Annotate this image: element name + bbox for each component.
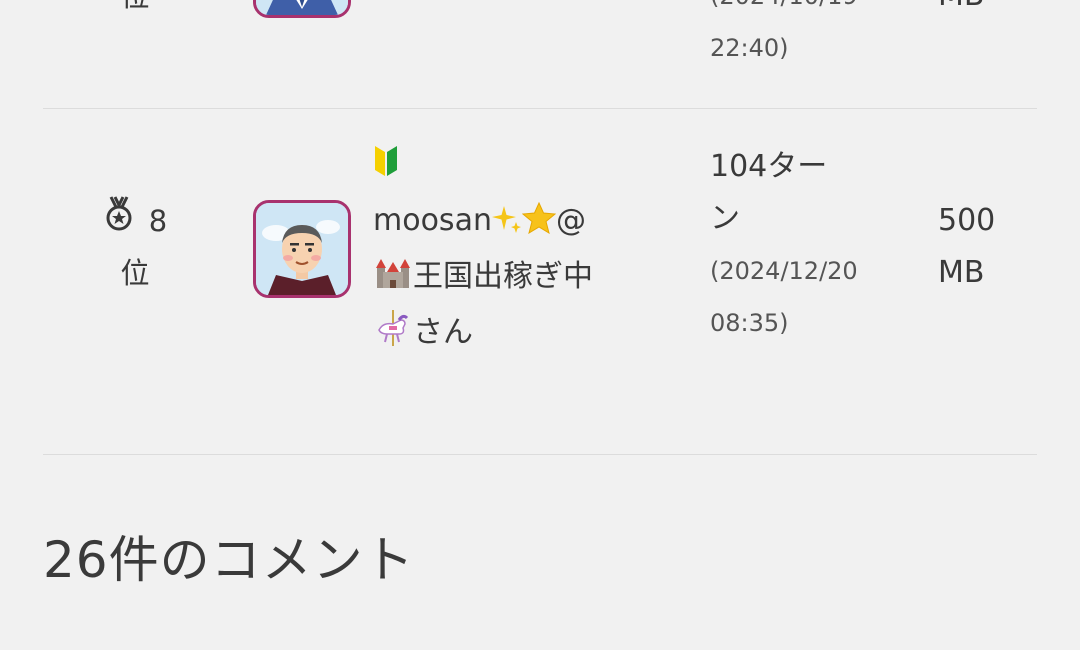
size-value: 500 xyxy=(938,203,996,238)
rank-number: 8 xyxy=(148,204,168,238)
record-time: 22:40) xyxy=(710,34,789,62)
rank-suffix: 位 xyxy=(120,0,149,13)
avatar[interactable] xyxy=(253,0,351,18)
avatar-image xyxy=(256,203,348,295)
record-time: 08:35) xyxy=(710,309,789,337)
player-name-line3: さん xyxy=(413,315,473,350)
record-date: (2024/12/20 xyxy=(710,257,858,285)
star-icon xyxy=(521,199,557,251)
medal-icon xyxy=(103,195,135,247)
turns-value-line2: ン xyxy=(710,201,740,236)
record-date: (2024/10/19 xyxy=(710,0,890,22)
turns-cell: 104ター ン (2024/12/20 08:35) xyxy=(710,141,890,349)
player-name: moosan @ 王国出稼ぎ中 さん xyxy=(373,139,638,363)
avatar[interactable] xyxy=(253,200,351,298)
turns-value-line1: 104ター xyxy=(710,149,828,184)
size-cell: MB xyxy=(938,0,1028,22)
beginner-mark-icon xyxy=(373,143,399,195)
carousel-horse-icon xyxy=(373,310,413,363)
player-name-line1: moosan xyxy=(373,203,492,238)
rank-suffix: 位 xyxy=(120,256,150,290)
rank-label: 位 xyxy=(80,0,190,22)
size-unit: MB xyxy=(938,0,984,13)
rank-label: 8 位 xyxy=(80,195,190,299)
ranking-page: 位 (2024/10/19 22:40) MB xyxy=(0,0,1080,650)
row-divider xyxy=(43,454,1037,455)
ranking-row-7: 位 (2024/10/19 22:40) MB xyxy=(0,0,1080,108)
player-name-at: @ xyxy=(555,203,586,238)
comments-heading: 26件のコメント xyxy=(43,531,415,589)
sparkles-icon xyxy=(491,199,522,251)
size-unit: MB xyxy=(938,255,985,290)
avatar-image xyxy=(256,0,348,15)
ranking-row-8: 8 位 moosan @ 王国出稼ぎ中 さん 104ター ン (2024/12/… xyxy=(0,109,1080,454)
player-name-line2: 王国出稼ぎ中 xyxy=(413,259,593,294)
turns-cell: (2024/10/19 22:40) xyxy=(710,0,890,74)
size-cell: 500 MB xyxy=(938,195,1028,299)
castle-icon xyxy=(373,255,413,307)
